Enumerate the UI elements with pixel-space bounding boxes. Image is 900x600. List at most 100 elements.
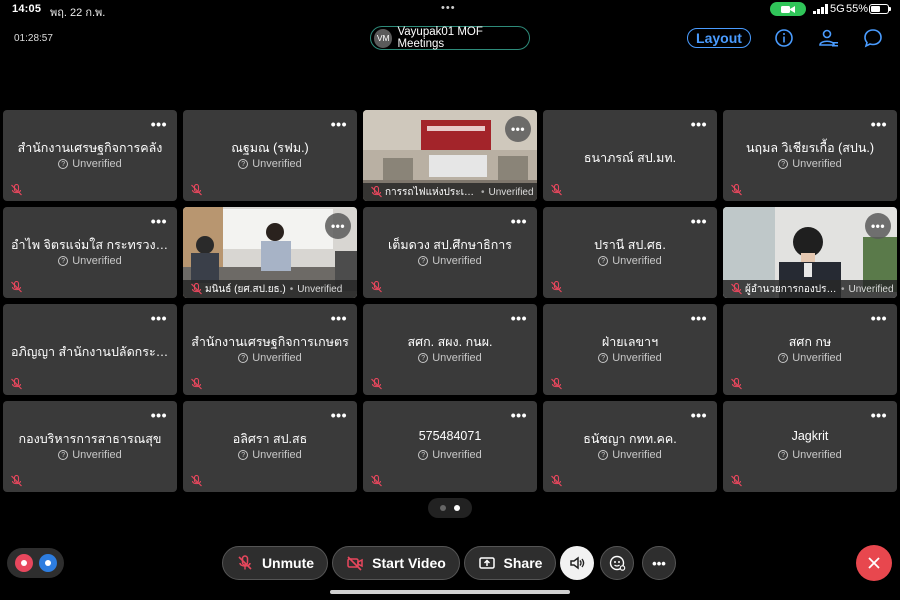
battery-percent: 55% <box>846 3 869 15</box>
speaker-icon <box>570 556 585 570</box>
unmute-label: Unmute <box>261 555 315 571</box>
tile-more-button[interactable]: ••• <box>691 213 707 229</box>
verification-status: ? Unverified <box>723 158 897 170</box>
participant-caption: มนินธ์ (ยศ.สป.ยธ.) • Unverified <box>183 280 357 298</box>
tile-more-button[interactable]: ••• <box>325 213 351 239</box>
mic-muted-icon <box>11 183 22 196</box>
mic-muted-icon <box>371 474 382 487</box>
audio-output-button[interactable] <box>560 546 594 580</box>
tile-more-button[interactable]: ••• <box>871 116 887 132</box>
participant-tile[interactable]: ••• 575484071 ? Unverified <box>363 401 537 492</box>
mic-muted-icon <box>371 377 382 390</box>
participant-name: การรถไฟแห่งประเทศไทย <box>385 186 477 198</box>
participant-tile[interactable]: ••• มนินธ์ (ยศ.สป.ยธ.) • Unverified <box>183 207 357 298</box>
tile-more-button[interactable]: ••• <box>331 310 347 326</box>
tile-more-button[interactable]: ••• <box>511 407 527 423</box>
participant-tile[interactable]: ••• สศก กษ ? Unverified <box>723 304 897 395</box>
chat-button[interactable] <box>862 27 884 49</box>
tile-more-button[interactable]: ••• <box>865 213 891 239</box>
participant-tile[interactable]: ••• สำนักงานเศรษฐกิจการเกษตร ? Unverified <box>183 304 357 395</box>
assistant-face-icon <box>609 555 626 571</box>
tile-more-button[interactable]: ••• <box>511 310 527 326</box>
tile-more-button[interactable]: ••• <box>691 407 707 423</box>
ai-assistant-button[interactable] <box>600 546 634 580</box>
more-options-button[interactable]: ••• <box>642 546 676 580</box>
participant-name: อลิศรา สป.สธ <box>232 432 308 446</box>
video-camera-icon <box>781 5 795 13</box>
question-icon: ? <box>778 159 789 169</box>
leave-meeting-button[interactable] <box>856 545 892 581</box>
mic-muted-icon <box>551 183 562 196</box>
participant-tile[interactable]: ••• อลิศรา สป.สธ ? Unverified <box>183 401 357 492</box>
tile-more-button[interactable]: ••• <box>505 116 531 142</box>
participant-tile[interactable]: ••• เต็มดวง สป.ศึกษาธิการ ? Unverified <box>363 207 537 298</box>
tile-more-button[interactable]: ••• <box>151 213 167 229</box>
home-indicator[interactable] <box>330 590 570 594</box>
participant-name: เต็มดวง สป.ศึกษาธิการ <box>387 238 513 252</box>
participant-tile[interactable]: ••• ณฐมณ (รฟม.) ? Unverified <box>183 110 357 201</box>
start-video-label: Start Video <box>372 555 446 571</box>
participants-button[interactable] <box>817 27 839 49</box>
participant-name: ผู้อำนวยการกองประเมินผล <box>745 283 837 295</box>
start-video-button[interactable]: Start Video <box>332 546 460 580</box>
tile-more-button[interactable]: ••• <box>331 407 347 423</box>
participant-tile[interactable]: ••• การรถไฟแห่งประเทศไทย•Unverified <box>363 110 537 201</box>
battery-level <box>871 6 880 12</box>
verification-status: Unverified <box>297 283 343 295</box>
tile-more-button[interactable]: ••• <box>691 116 707 132</box>
status-time: 14:05 <box>12 3 42 15</box>
participant-tile[interactable]: ••• สำนักงานเศรษฐกิจการคลัง ? Unverified <box>3 110 177 201</box>
reactions-button[interactable] <box>7 548 64 578</box>
tile-more-button[interactable]: ••• <box>511 213 527 229</box>
host-avatar: VM <box>374 28 393 48</box>
participants-icon <box>819 29 838 47</box>
meeting-title: Vayupak01 MOF Meetings <box>397 26 483 50</box>
question-icon: ? <box>58 450 69 460</box>
page-dot[interactable] <box>440 505 446 511</box>
question-icon: ? <box>418 353 429 363</box>
participant-tile[interactable]: ••• ธนาภรณ์ สป.มท. <box>543 110 717 201</box>
multitask-dots[interactable]: ••• <box>441 2 456 14</box>
verification-status: ? Unverified <box>3 449 177 461</box>
participant-name: Jagkrit <box>791 429 829 443</box>
question-icon: ? <box>238 450 249 460</box>
unmute-button[interactable]: Unmute <box>222 546 328 580</box>
participant-tile[interactable]: ••• อำไพ จิตรแจ่มใส กระทรวงการคลัง ?Unveri… <box>3 207 177 298</box>
layout-button[interactable]: Layout <box>687 28 751 48</box>
participant-tile[interactable]: ••• อภิญญา สำนักงานปลัดกระทรวง <box>3 304 177 395</box>
mic-muted-icon <box>11 474 22 487</box>
share-screen-icon <box>478 557 495 569</box>
meeting-info-button[interactable]: VM Vayupak01 MOF Meetings <box>370 26 530 50</box>
verification-status: Unverified <box>848 283 894 295</box>
question-icon: ? <box>598 353 609 363</box>
page-dot[interactable] <box>454 505 460 511</box>
mic-muted-icon <box>191 183 202 196</box>
participant-tile[interactable]: ••• ผู้อำนวยการกองประเมินผล•Unverified <box>723 207 897 298</box>
tile-more-button[interactable]: ••• <box>151 310 167 326</box>
participant-tile[interactable]: ••• กองบริหารการสาธารณสุข ? Unverified <box>3 401 177 492</box>
participant-tile[interactable]: ••• Jagkrit ? Unverified <box>723 401 897 492</box>
tile-more-button[interactable]: ••• <box>151 407 167 423</box>
tile-more-button[interactable]: ••• <box>871 310 887 326</box>
audio-reaction-icon <box>14 554 33 572</box>
participant-name: ฝ่ายเลขาฯ <box>601 335 659 349</box>
share-button[interactable]: Share <box>464 546 556 580</box>
info-button[interactable] <box>773 27 795 49</box>
mic-muted-icon <box>551 474 562 487</box>
verification-status: ? Unverified <box>183 158 357 170</box>
page-indicator[interactable] <box>428 498 472 518</box>
question-icon: ? <box>238 353 249 363</box>
mic-muted-icon <box>191 282 202 295</box>
participant-tile[interactable]: ••• นฤมล วิเชียรเกื้อ (สปน.) ? Unverified <box>723 110 897 201</box>
tile-more-button[interactable]: ••• <box>331 116 347 132</box>
battery-icon <box>869 4 891 14</box>
tile-more-button[interactable]: ••• <box>691 310 707 326</box>
mic-muted-icon <box>731 474 742 487</box>
participant-tile[interactable]: ••• ธนัชญา กทท.คค. ? Unverified <box>543 401 717 492</box>
participant-tile[interactable]: ••• สศก. สผง. กนผ. ? Unverified <box>363 304 537 395</box>
tile-more-button[interactable]: ••• <box>871 407 887 423</box>
tile-more-button[interactable]: ••• <box>151 116 167 132</box>
participant-tile[interactable]: ••• ฝ่ายเลขาฯ ? Unverified <box>543 304 717 395</box>
mic-muted-icon <box>371 185 382 198</box>
participant-tile[interactable]: ••• ปรานี สป.ศธ. ? Unverified <box>543 207 717 298</box>
